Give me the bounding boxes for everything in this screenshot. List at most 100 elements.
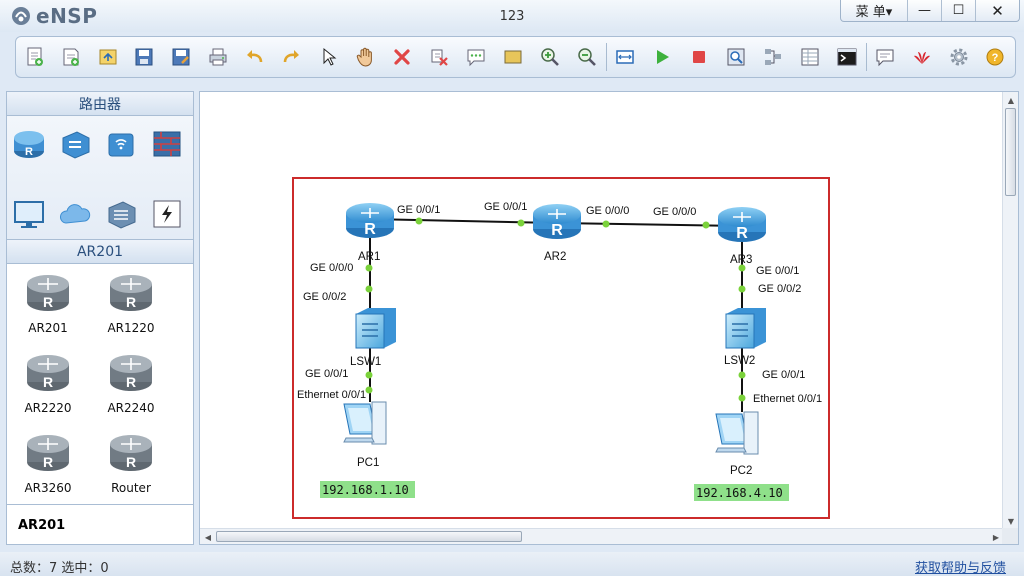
print-icon[interactable]: [206, 45, 230, 69]
fit-view-icon[interactable]: [613, 45, 637, 69]
svg-text:R: R: [25, 146, 33, 158]
help-feedback-link[interactable]: 获取帮助与反馈: [915, 557, 1006, 576]
device-ar3260[interactable]: R AR3260: [8, 430, 88, 495]
scroll-up-icon[interactable]: ▲: [1003, 92, 1019, 108]
switch-category-icon[interactable]: [57, 126, 93, 162]
new-topology-icon[interactable]: [23, 45, 47, 69]
connection-category-icon[interactable]: [149, 196, 185, 232]
node-label-lsw2: LSW2: [724, 355, 755, 367]
delete-link-icon[interactable]: [427, 45, 451, 69]
svg-text:R: R: [43, 374, 53, 390]
device-label: AR3260: [24, 481, 72, 495]
topology-display-icon[interactable]: [761, 45, 785, 69]
ip-label-pc1[interactable]: 192.168.1.10: [322, 483, 409, 497]
topology-diagram[interactable]: R: [200, 92, 1004, 529]
wireless-category-icon[interactable]: [103, 126, 139, 162]
router-ar2-icon[interactable]: [532, 203, 582, 240]
router-ar3-icon[interactable]: [717, 206, 767, 243]
port-label: GE 0/0/2: [758, 283, 801, 295]
scroll-corner: [1002, 528, 1018, 544]
chat-icon[interactable]: [873, 45, 897, 69]
link-ar2-ar3[interactable]: [556, 222, 742, 227]
port-label: GE 0/0/1: [305, 368, 348, 380]
device-panel: 路由器 R AR201 R AR201 R AR1220 R AR2220 R …: [6, 91, 194, 545]
svg-text:R: R: [126, 374, 136, 390]
cli-console-icon[interactable]: [835, 45, 859, 69]
port-label: GE 0/0/1: [762, 369, 805, 381]
terminal-category-icon[interactable]: [11, 196, 47, 232]
firewall-category-icon[interactable]: [149, 126, 185, 162]
node-label-pc1: PC1: [357, 457, 379, 469]
device-ar1220[interactable]: R AR1220: [91, 270, 171, 335]
pc1-icon[interactable]: [343, 401, 387, 445]
rectangle-icon[interactable]: [501, 45, 525, 69]
maximize-button[interactable]: ☐: [941, 0, 975, 21]
settings-icon[interactable]: [947, 45, 971, 69]
capture-icon[interactable]: [724, 45, 748, 69]
device-grid: R AR201 R AR1220 R AR2220 R AR2240 R AR3…: [7, 264, 193, 516]
main-toolbar: ?: [15, 36, 1016, 78]
stop-device-icon[interactable]: [687, 45, 711, 69]
title-bar: eNSP 123 菜 单▾ — ☐ ✕: [0, 0, 1024, 32]
router-icon: R: [110, 435, 152, 471]
node-label-pc2: PC2: [730, 465, 752, 477]
new-example-icon[interactable]: [59, 45, 83, 69]
vertical-scrollbar[interactable]: ▲ ▼: [1002, 92, 1018, 529]
vertical-scroll-thumb[interactable]: [1005, 108, 1016, 196]
switch-lsw2-icon[interactable]: [725, 307, 767, 349]
ip-label-pc2[interactable]: 192.168.4.10: [696, 486, 783, 500]
port-label: GE 0/0/1: [397, 204, 440, 216]
help-icon[interactable]: ?: [983, 45, 1007, 69]
svg-text:R: R: [126, 294, 136, 310]
text-icon[interactable]: [464, 45, 488, 69]
port-label: GE 0/0/2: [303, 291, 346, 303]
save-as-icon[interactable]: [169, 45, 193, 69]
open-icon[interactable]: [96, 45, 120, 69]
save-icon[interactable]: [132, 45, 156, 69]
svg-text:R: R: [43, 454, 53, 470]
undo-icon[interactable]: [243, 45, 267, 69]
selected-device-box: AR201: [7, 504, 193, 544]
scroll-left-icon[interactable]: ◀: [200, 529, 216, 545]
router-category-icon[interactable]: R: [11, 126, 47, 162]
menu-button[interactable]: 菜 单▾: [841, 0, 907, 21]
close-button[interactable]: ✕: [975, 0, 1019, 21]
zoom-in-icon[interactable]: [538, 45, 562, 69]
delete-icon[interactable]: [390, 45, 414, 69]
router-icon: R: [110, 355, 152, 391]
interface-display-icon[interactable]: [798, 45, 822, 69]
redo-icon[interactable]: [279, 45, 303, 69]
node-label-ar3: AR3: [730, 254, 752, 266]
minimize-button[interactable]: —: [907, 0, 941, 21]
switch-lsw1-icon[interactable]: [355, 307, 397, 349]
device-label: AR2240: [107, 401, 155, 415]
device-ar2240[interactable]: R AR2240: [91, 350, 171, 415]
device-ar201[interactable]: R AR201: [8, 270, 88, 335]
router-ar1-icon[interactable]: [345, 202, 395, 239]
device-label: Router: [111, 481, 151, 495]
scroll-down-icon[interactable]: ▼: [1003, 513, 1019, 529]
port-label: GE 0/0/0: [310, 262, 353, 274]
cloud-category-icon[interactable]: [57, 196, 93, 232]
device-ar2220[interactable]: R AR2220: [8, 350, 88, 415]
device-router[interactable]: R Router: [91, 430, 171, 495]
toolbar-separator: [606, 43, 607, 71]
select-icon[interactable]: [316, 45, 340, 69]
zoom-out-icon[interactable]: [575, 45, 599, 69]
huawei-icon[interactable]: [910, 45, 934, 69]
svg-text:R: R: [126, 454, 136, 470]
horizontal-scrollbar[interactable]: ◀ ▶: [200, 528, 1004, 544]
horizontal-scroll-thumb[interactable]: [216, 531, 522, 542]
other-devices-category-icon[interactable]: [103, 196, 139, 232]
pc2-icon[interactable]: [715, 411, 759, 455]
start-device-icon[interactable]: [650, 45, 674, 69]
node-label-ar1: AR1: [358, 251, 380, 263]
port-label: Ethernet 0/0/1: [297, 389, 366, 401]
port-label: GE 0/0/1: [484, 201, 527, 213]
pan-hand-icon[interactable]: [353, 45, 377, 69]
device-label: AR2220: [24, 401, 72, 415]
port-label: GE 0/0/1: [756, 265, 799, 277]
topology-canvas[interactable]: R: [199, 91, 1019, 545]
status-count: 总数：7 选中：0: [10, 561, 109, 576]
link-ar1-ar2[interactable]: [369, 218, 558, 224]
